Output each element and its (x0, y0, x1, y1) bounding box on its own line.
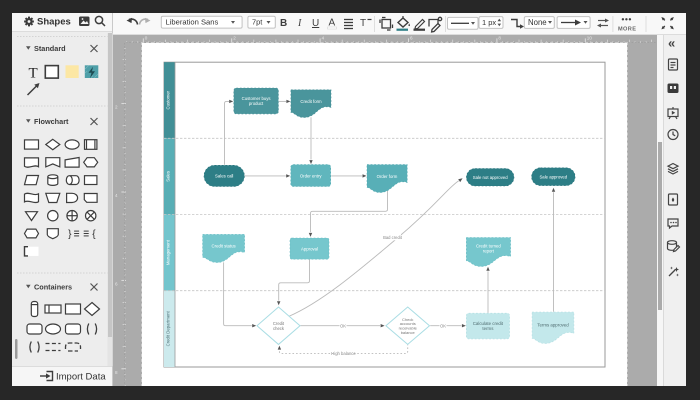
svg-text:Import Data: Import Data (56, 372, 106, 383)
svg-text:8: 8 (498, 36, 501, 41)
svg-text:report: report (483, 249, 495, 254)
svg-text:10: 10 (587, 36, 593, 41)
svg-text:0: 0 (145, 36, 148, 41)
svg-text:«: « (668, 36, 675, 51)
svg-text:Terms approved: Terms approved (537, 323, 569, 328)
svg-text:Shapes: Shapes (37, 17, 71, 28)
svg-text:Management: Management (166, 239, 171, 265)
svg-text:Credit form: Credit form (300, 99, 322, 104)
svg-text:MORE: MORE (618, 27, 636, 33)
svg-text:Bad credit: Bad credit (383, 235, 403, 240)
svg-text:6: 6 (115, 281, 118, 286)
svg-text:High balance: High balance (331, 351, 356, 356)
svg-text:6: 6 (410, 36, 413, 41)
svg-text:Liberation Sans: Liberation Sans (166, 18, 219, 27)
svg-text:Credit Department: Credit Department (166, 310, 171, 346)
svg-text:}: } (68, 229, 72, 240)
svg-text:Sale approved: Sale approved (539, 174, 567, 179)
svg-text:7pt: 7pt (252, 18, 262, 27)
svg-text:2: 2 (233, 36, 236, 41)
svg-text:8: 8 (115, 370, 118, 375)
svg-text:B: B (280, 18, 287, 29)
svg-text:terms: terms (482, 326, 494, 331)
svg-text:I: I (297, 18, 302, 29)
svg-text:4: 4 (115, 193, 118, 198)
svg-text:balance: balance (401, 330, 416, 335)
svg-text:4: 4 (322, 36, 325, 41)
svg-text:Approval: Approval (301, 246, 318, 251)
svg-text:Standard: Standard (34, 44, 66, 53)
svg-text:Order form: Order form (377, 174, 398, 179)
svg-text:1 px: 1 px (482, 18, 496, 27)
svg-text:Sales: Sales (166, 171, 171, 182)
svg-text:None: None (528, 18, 547, 27)
svg-text:Sale not approved: Sale not approved (473, 175, 508, 180)
svg-text:T: T (360, 18, 366, 29)
svg-text:Flowchart: Flowchart (34, 117, 69, 126)
svg-text:U: U (312, 18, 319, 29)
svg-text:Containers: Containers (34, 283, 72, 292)
svg-text:OK: OK (340, 323, 346, 328)
svg-text:product: product (249, 101, 264, 106)
svg-text:Order entry: Order entry (300, 174, 323, 179)
svg-text:T: T (29, 66, 38, 82)
svg-text:check: check (273, 326, 285, 331)
svg-text:OK: OK (440, 323, 446, 328)
svg-text:Sales call: Sales call (215, 174, 233, 179)
svg-text:Customer: Customer (166, 90, 171, 109)
svg-text:Credit status: Credit status (212, 244, 236, 249)
svg-text:2: 2 (115, 105, 118, 110)
svg-text:{: { (92, 229, 96, 240)
